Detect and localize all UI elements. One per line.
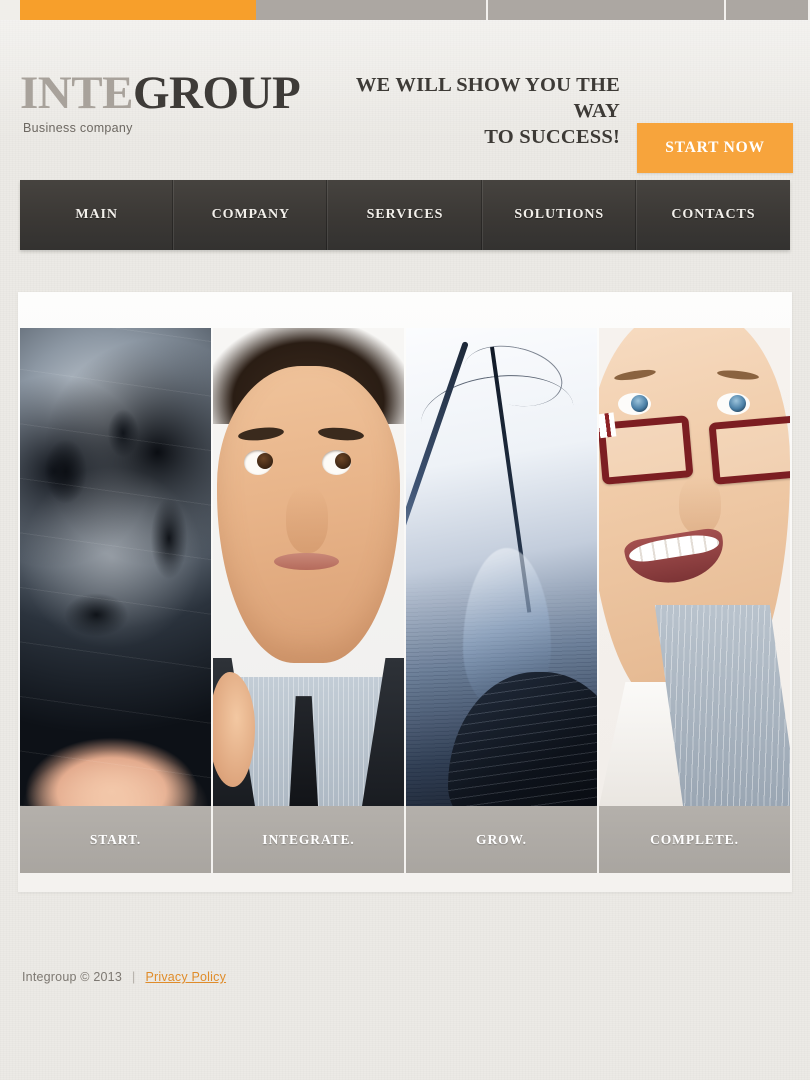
man-mouth <box>274 552 340 570</box>
footer-copyright: Integroup © 2013 <box>22 970 122 984</box>
slogan-line-1: WE WILL SHOW YOU THE WAY <box>355 74 620 122</box>
tabstrip-left-spacer <box>0 0 20 20</box>
browser-tab-4[interactable] <box>726 0 810 20</box>
surprised-businessman-photo <box>213 328 404 806</box>
site-header: INTEGROUP Business company WE WILL SHOW … <box>0 50 810 173</box>
woman-eyeglasses <box>599 414 790 485</box>
bulb-metal-base <box>448 672 597 806</box>
nav-item-company[interactable]: COMPANY <box>174 180 329 250</box>
gallery-caption-start: START. <box>20 806 211 873</box>
header-slogan: WE WILL SHOW YOU THE WAY TO SUCCESS! <box>330 72 620 150</box>
main-navigation: MAIN COMPANY SERVICES SOLUTIONS CONTACTS <box>20 180 790 250</box>
glass-globe-in-hand-photo <box>20 328 211 806</box>
browser-tab-active[interactable] <box>20 0 256 20</box>
woman-nose <box>679 476 722 534</box>
browser-tab-strip <box>0 0 810 20</box>
gallery-column-integrate[interactable]: INTEGRATE. <box>213 328 404 873</box>
smiling-woman-with-glasses-photo <box>599 328 790 806</box>
logo-text-secondary: GROUP <box>132 67 301 119</box>
site-logo[interactable]: INTEGROUP <box>20 67 301 119</box>
footer-separator: | <box>131 970 136 984</box>
eyeglass-lens-right <box>708 414 790 485</box>
gallery-caption-complete: COMPLETE. <box>599 806 790 873</box>
gallery-caption-grow: GROW. <box>406 806 597 873</box>
feature-gallery: START. INTEGRATE. GROW. COMPLETE. <box>20 328 790 873</box>
privacy-policy-link[interactable]: Privacy Policy <box>145 970 226 984</box>
man-nose <box>285 485 328 553</box>
gallery-column-grow[interactable]: GROW. <box>406 328 597 873</box>
logo-tagline: Business company <box>23 121 133 135</box>
woman-pupil-right <box>728 394 746 412</box>
logo-block[interactable]: INTEGROUP Business company <box>20 67 301 135</box>
browser-tab-3[interactable] <box>488 0 726 20</box>
page-root: INTEGROUP Business company WE WILL SHOW … <box>0 0 810 1080</box>
site-footer: Integroup © 2013 | Privacy Policy <box>22 970 226 984</box>
nav-item-services[interactable]: SERVICES <box>328 180 483 250</box>
logo-text-primary: INTE <box>20 67 133 119</box>
gallery-column-complete[interactable]: COMPLETE. <box>599 328 790 873</box>
start-now-button[interactable]: START NOW <box>637 123 793 173</box>
gallery-column-start[interactable]: START. <box>20 328 211 873</box>
nav-item-contacts[interactable]: CONTACTS <box>637 180 790 250</box>
nav-item-main[interactable]: MAIN <box>20 180 175 250</box>
gallery-caption-integrate: INTEGRATE. <box>213 806 404 873</box>
nav-item-solutions[interactable]: SOLUTIONS <box>483 180 637 250</box>
blue-light-bulb-photo <box>406 328 597 806</box>
slogan-line-2: TO SUCCESS! <box>484 126 620 148</box>
bulb-filament-1 <box>406 341 470 606</box>
browser-tab-2[interactable] <box>256 0 488 20</box>
eyeglass-temple-arm <box>599 412 616 440</box>
